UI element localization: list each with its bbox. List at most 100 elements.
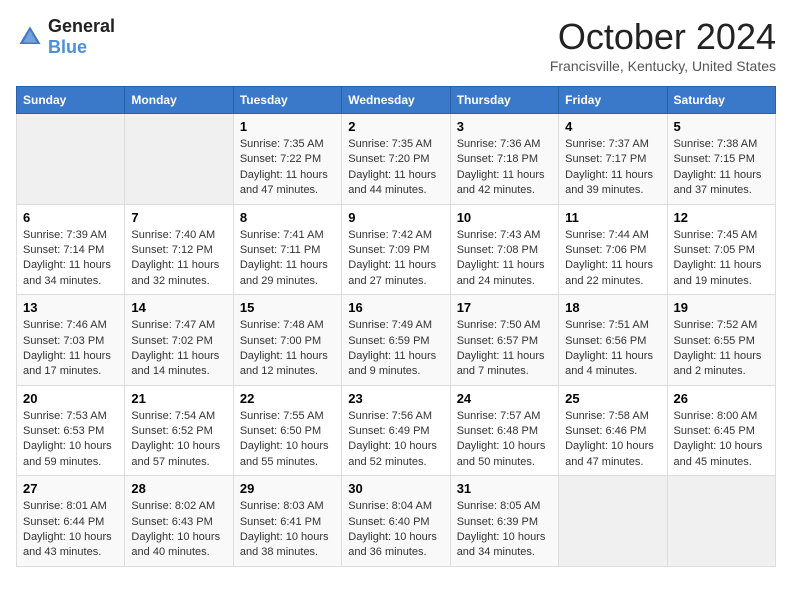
calendar-cell: 11 Sunrise: 7:44 AMSunset: 7:06 PMDayligh… xyxy=(559,204,667,295)
day-number: 8 xyxy=(240,210,335,225)
day-header-wednesday: Wednesday xyxy=(342,87,450,114)
week-row-1: 1 Sunrise: 7:35 AMSunset: 7:22 PMDaylight… xyxy=(17,114,776,205)
day-number: 23 xyxy=(348,391,443,406)
calendar-cell: 13 Sunrise: 7:46 AMSunset: 7:03 PMDayligh… xyxy=(17,295,125,386)
calendar-cell: 8 Sunrise: 7:41 AMSunset: 7:11 PMDaylight… xyxy=(233,204,341,295)
calendar-cell: 14 Sunrise: 7:47 AMSunset: 7:02 PMDayligh… xyxy=(125,295,233,386)
calendar-cell: 10Sunrise: 7:43 AMSunset: 7:08 PMDayligh… xyxy=(450,204,558,295)
calendar-cell: 9 Sunrise: 7:42 AMSunset: 7:09 PMDaylight… xyxy=(342,204,450,295)
day-content: Sunrise: 7:48 AMSunset: 7:00 PMDaylight:… xyxy=(240,318,335,380)
day-number: 31 xyxy=(457,481,552,496)
day-number: 20 xyxy=(23,391,118,406)
day-header-saturday: Saturday xyxy=(667,87,775,114)
calendar-cell: 28 Sunrise: 8:02 AMSunset: 6:43 PMDayligh… xyxy=(125,476,233,567)
calendar-table: SundayMondayTuesdayWednesdayThursdayFrid… xyxy=(16,86,776,567)
calendar-cell xyxy=(667,476,775,567)
day-content: Sunrise: 7:40 AMSunset: 7:12 PMDaylight:… xyxy=(131,228,226,290)
day-content: Sunrise: 7:37 AMSunset: 7:17 PMDaylight:… xyxy=(565,137,660,199)
day-content: Sunrise: 7:54 AMSunset: 6:52 PMDaylight:… xyxy=(131,409,226,471)
day-content: Sunrise: 8:01 AMSunset: 6:44 PMDaylight:… xyxy=(23,499,118,561)
day-content: Sunrise: 7:58 AMSunset: 6:46 PMDaylight:… xyxy=(565,409,660,471)
day-content: Sunrise: 7:53 AMSunset: 6:53 PMDaylight:… xyxy=(23,409,118,471)
calendar-cell: 30Sunrise: 8:04 AMSunset: 6:40 PMDayligh… xyxy=(342,476,450,567)
calendar-cell: 6 Sunrise: 7:39 AMSunset: 7:14 PMDaylight… xyxy=(17,204,125,295)
calendar-cell: 31 Sunrise: 8:05 AMSunset: 6:39 PMDayligh… xyxy=(450,476,558,567)
day-content: Sunrise: 7:43 AMSunset: 7:08 PMDaylight:… xyxy=(457,228,552,290)
day-content: Sunrise: 7:38 AMSunset: 7:15 PMDaylight:… xyxy=(674,137,769,199)
calendar-cell: 12 Sunrise: 7:45 AMSunset: 7:05 PMDayligh… xyxy=(667,204,775,295)
calendar-cell: 27Sunrise: 8:01 AMSunset: 6:44 PMDayligh… xyxy=(17,476,125,567)
day-number: 24 xyxy=(457,391,552,406)
day-content: Sunrise: 7:44 AMSunset: 7:06 PMDaylight:… xyxy=(565,228,660,290)
day-number: 22 xyxy=(240,391,335,406)
day-content: Sunrise: 8:02 AMSunset: 6:43 PMDaylight:… xyxy=(131,499,226,561)
day-number: 11 xyxy=(565,210,660,225)
day-content: Sunrise: 7:35 AMSunset: 7:22 PMDaylight:… xyxy=(240,137,335,199)
day-content: Sunrise: 7:47 AMSunset: 7:02 PMDaylight:… xyxy=(131,318,226,380)
day-content: Sunrise: 7:45 AMSunset: 7:05 PMDaylight:… xyxy=(674,228,769,290)
calendar-cell: 19 Sunrise: 7:52 AMSunset: 6:55 PMDayligh… xyxy=(667,295,775,386)
calendar-cell: 22Sunrise: 7:55 AMSunset: 6:50 PMDayligh… xyxy=(233,385,341,476)
calendar-cell: 26 Sunrise: 8:00 AMSunset: 6:45 PMDayligh… xyxy=(667,385,775,476)
day-header-sunday: Sunday xyxy=(17,87,125,114)
week-row-2: 6 Sunrise: 7:39 AMSunset: 7:14 PMDaylight… xyxy=(17,204,776,295)
day-content: Sunrise: 7:42 AMSunset: 7:09 PMDaylight:… xyxy=(348,228,443,290)
calendar-cell: 5 Sunrise: 7:38 AMSunset: 7:15 PMDaylight… xyxy=(667,114,775,205)
day-content: Sunrise: 7:56 AMSunset: 6:49 PMDaylight:… xyxy=(348,409,443,471)
week-row-3: 13 Sunrise: 7:46 AMSunset: 7:03 PMDayligh… xyxy=(17,295,776,386)
day-content: Sunrise: 7:49 AMSunset: 6:59 PMDaylight:… xyxy=(348,318,443,380)
day-number: 12 xyxy=(674,210,769,225)
day-number: 6 xyxy=(23,210,118,225)
day-number: 21 xyxy=(131,391,226,406)
day-header-tuesday: Tuesday xyxy=(233,87,341,114)
day-number: 2 xyxy=(348,119,443,134)
day-number: 16 xyxy=(348,300,443,315)
calendar-cell: 4 Sunrise: 7:37 AMSunset: 7:17 PMDaylight… xyxy=(559,114,667,205)
page-header: General Blue October 2024 Francisville, … xyxy=(16,16,776,74)
calendar-cell: 21 Sunrise: 7:54 AMSunset: 6:52 PMDayligh… xyxy=(125,385,233,476)
day-content: Sunrise: 7:52 AMSunset: 6:55 PMDaylight:… xyxy=(674,318,769,380)
day-content: Sunrise: 8:04 AMSunset: 6:40 PMDaylight:… xyxy=(348,499,443,561)
calendar-cell: 2Sunrise: 7:35 AMSunset: 7:20 PMDaylight… xyxy=(342,114,450,205)
day-content: Sunrise: 7:57 AMSunset: 6:48 PMDaylight:… xyxy=(457,409,552,471)
logo-general: General xyxy=(48,16,115,36)
day-number: 26 xyxy=(674,391,769,406)
day-number: 5 xyxy=(674,119,769,134)
day-number: 25 xyxy=(565,391,660,406)
logo-text: General Blue xyxy=(48,16,115,58)
day-content: Sunrise: 7:36 AMSunset: 7:18 PMDaylight:… xyxy=(457,137,552,199)
day-number: 13 xyxy=(23,300,118,315)
day-content: Sunrise: 8:00 AMSunset: 6:45 PMDaylight:… xyxy=(674,409,769,471)
day-content: Sunrise: 8:05 AMSunset: 6:39 PMDaylight:… xyxy=(457,499,552,561)
day-number: 28 xyxy=(131,481,226,496)
day-content: Sunrise: 8:03 AMSunset: 6:41 PMDaylight:… xyxy=(240,499,335,561)
day-content: Sunrise: 7:46 AMSunset: 7:03 PMDaylight:… xyxy=(23,318,118,380)
calendar-cell: 3Sunrise: 7:36 AMSunset: 7:18 PMDaylight… xyxy=(450,114,558,205)
title-block: October 2024 Francisville, Kentucky, Uni… xyxy=(550,16,776,74)
day-content: Sunrise: 7:41 AMSunset: 7:11 PMDaylight:… xyxy=(240,228,335,290)
day-number: 1 xyxy=(240,119,335,134)
day-number: 4 xyxy=(565,119,660,134)
month-title: October 2024 xyxy=(550,16,776,58)
day-number: 7 xyxy=(131,210,226,225)
week-row-5: 27Sunrise: 8:01 AMSunset: 6:44 PMDayligh… xyxy=(17,476,776,567)
day-number: 19 xyxy=(674,300,769,315)
day-number: 18 xyxy=(565,300,660,315)
calendar-cell: 17Sunrise: 7:50 AMSunset: 6:57 PMDayligh… xyxy=(450,295,558,386)
calendar-cell: 25 Sunrise: 7:58 AMSunset: 6:46 PMDayligh… xyxy=(559,385,667,476)
calendar-cell: 15Sunrise: 7:48 AMSunset: 7:00 PMDayligh… xyxy=(233,295,341,386)
day-header-friday: Friday xyxy=(559,87,667,114)
calendar-cell: 23 Sunrise: 7:56 AMSunset: 6:49 PMDayligh… xyxy=(342,385,450,476)
day-number: 14 xyxy=(131,300,226,315)
calendar-cell: 16 Sunrise: 7:49 AMSunset: 6:59 PMDayligh… xyxy=(342,295,450,386)
week-row-4: 20 Sunrise: 7:53 AMSunset: 6:53 PMDayligh… xyxy=(17,385,776,476)
calendar-cell xyxy=(559,476,667,567)
calendar-cell: 29 Sunrise: 8:03 AMSunset: 6:41 PMDayligh… xyxy=(233,476,341,567)
day-number: 29 xyxy=(240,481,335,496)
day-number: 9 xyxy=(348,210,443,225)
day-header-monday: Monday xyxy=(125,87,233,114)
location-title: Francisville, Kentucky, United States xyxy=(550,58,776,74)
calendar-cell xyxy=(17,114,125,205)
day-content: Sunrise: 7:50 AMSunset: 6:57 PMDaylight:… xyxy=(457,318,552,380)
day-content: Sunrise: 7:39 AMSunset: 7:14 PMDaylight:… xyxy=(23,228,118,290)
